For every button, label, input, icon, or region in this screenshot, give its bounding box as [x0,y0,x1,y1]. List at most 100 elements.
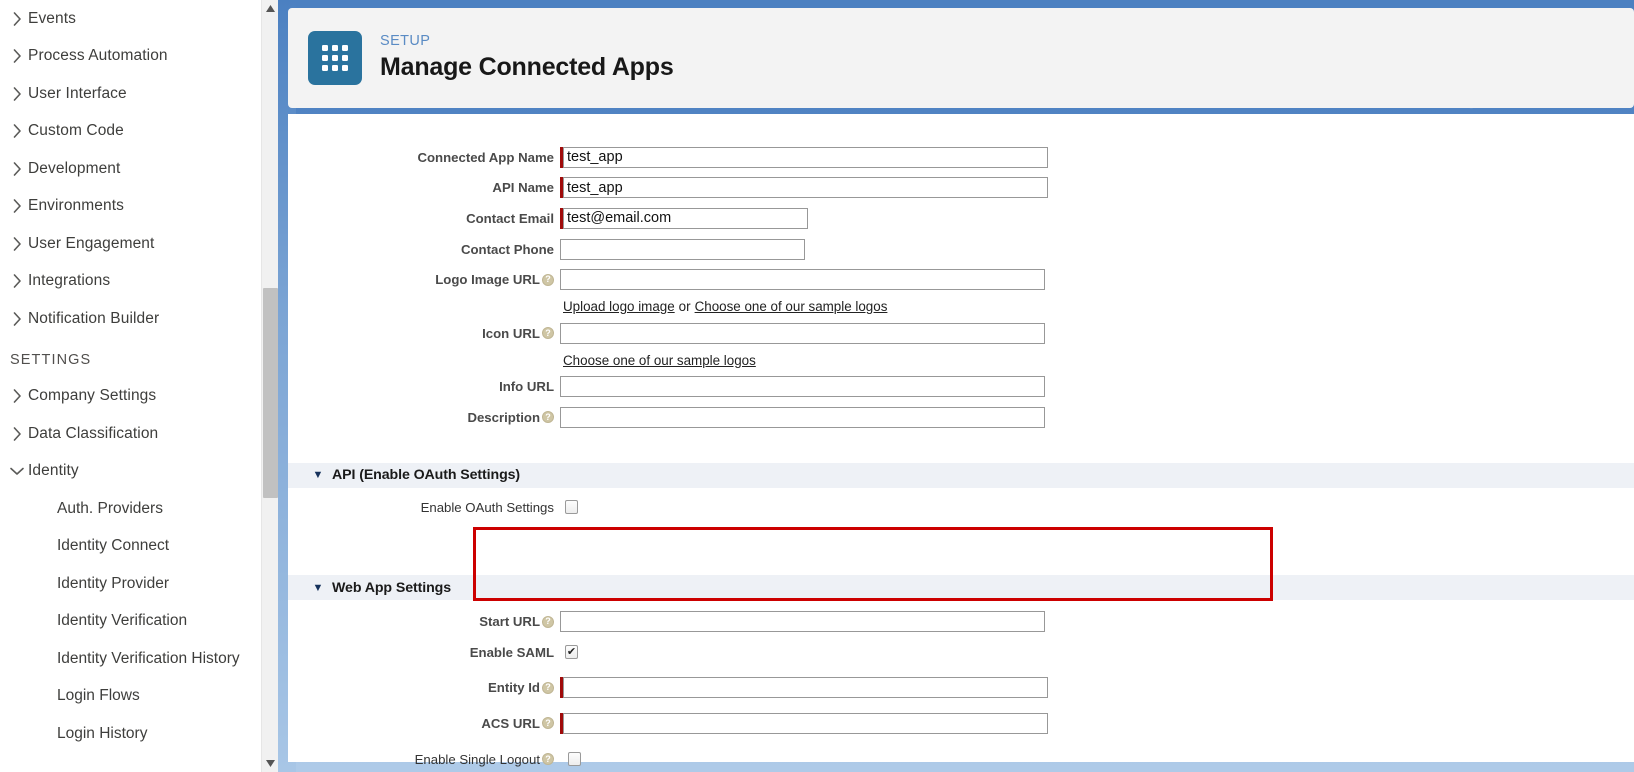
choose-sample-logos-link[interactable]: Choose one of our sample logos [695,299,888,314]
enable-saml-checkbox[interactable]: ✔ [565,645,578,660]
sidebar-item-user-interface[interactable]: User Interface [0,75,278,113]
scroll-up-arrow-icon[interactable] [262,0,278,17]
logo-image-url-input[interactable] [560,269,1045,291]
label-icon-url: Icon URL ? [288,326,560,341]
label-logo-image-url: Logo Image URL ? [288,272,560,287]
sidebar-scrollbar[interactable] [261,0,278,772]
sidebar-item-label: User Engagement [28,234,155,252]
label-text: Connected App Name [417,149,554,165]
section-title-web-app: Web App Settings [332,579,451,596]
sidebar-item-integrations[interactable]: Integrations [0,263,278,301]
label-entity-id: Entity Id ? [288,680,560,695]
setup-sidebar: Events Process Automation User Interface Cu… [0,0,278,772]
sidebar-item-data-classification[interactable]: Data Classification [0,415,278,453]
sidebar-item-development[interactable]: Development [0,150,278,188]
help-icon[interactable]: ? [542,753,554,766]
row-acs-url: ACS URL ? [288,708,1634,739]
sidebar-subitem-login-history[interactable]: Login History [0,715,278,753]
chevron-right-icon[interactable] [6,274,28,289]
label-enable-saml: Enable SAML [288,645,560,660]
sidebar-item-events[interactable]: Events [0,0,278,38]
sidebar-item-identity[interactable]: Identity [0,453,278,491]
sidebar-settings-heading: SETTINGS [10,351,92,368]
sidebar-subitem-identity-verification[interactable]: Identity Verification [0,603,278,641]
sidebar-subitem-identity-verification-history[interactable]: Identity Verification History [0,640,278,678]
sidebar-item-notification-builder[interactable]: Notification Builder [0,300,278,338]
help-icon[interactable]: ? [542,615,554,628]
contact-phone-input[interactable] [560,238,805,260]
sidebar-item-label: Environments [28,197,124,215]
help-icon[interactable]: ? [542,717,554,730]
entity-id-input[interactable] [563,677,1048,699]
description-input[interactable] [560,406,1045,428]
section-header-web-app[interactable]: ▼ Web App Settings [288,575,1634,601]
chevron-right-icon[interactable] [6,11,28,26]
chevron-right-icon[interactable] [6,86,28,101]
label-text: Enable OAuth Settings [420,499,554,515]
help-icon[interactable]: ? [542,411,554,424]
sidebar-item-user-engagement[interactable]: User Engagement [0,225,278,263]
field-wrapper [560,238,805,260]
sidebar-scrollbar-thumb[interactable] [263,288,278,498]
chevron-right-icon[interactable] [6,199,28,214]
app-grid-icon [308,31,362,85]
start-url-input[interactable] [560,611,1045,633]
sidebar-subitem-login-flows[interactable]: Login Flows [0,678,278,716]
section-title-api: API (Enable OAuth Settings) [332,467,521,484]
chevron-right-icon[interactable] [6,389,28,404]
label-text: Start URL [479,614,540,630]
sidebar-subitem-identity-provider[interactable]: Identity Provider [0,565,278,603]
chevron-right-icon[interactable] [6,49,28,64]
row-description: Description ? [288,402,1634,433]
label-api-name: API Name [288,180,560,195]
chevron-right-icon[interactable] [6,124,28,139]
basic-field-rows: Connected App Name API Name Contact Email C… [288,142,1634,264]
field-wrapper [560,146,1048,168]
chevron-right-icon[interactable] [6,161,28,176]
icon-helper-links: Choose one of our sample logos [288,349,1634,372]
help-icon[interactable]: ? [542,327,554,340]
choose-sample-logos-link-2[interactable]: Choose one of our sample logos [563,353,756,368]
sidebar-nav-list: Events Process Automation User Interface Cu… [0,0,278,338]
sidebar-item-label: Process Automation [28,47,168,65]
sidebar-item-process-automation[interactable]: Process Automation [0,38,278,76]
sidebar-item-label: Development [28,159,121,177]
connected-app-name-input[interactable] [563,146,1048,168]
section-header-api[interactable]: ▼ API (Enable OAuth Settings) [288,462,1634,488]
sidebar-subitem-auth-providers[interactable]: Auth. Providers [0,490,278,528]
sidebar-item-custom-code[interactable]: Custom Code [0,113,278,151]
chevron-right-icon[interactable] [6,236,28,251]
acs-url-input[interactable] [563,712,1048,734]
row-contact-email: Contact Email [288,203,1634,234]
sidebar-subitem-identity-connect[interactable]: Identity Connect [0,528,278,566]
label-enable-oauth-settings: Enable OAuth Settings [288,500,560,515]
sidebar-item-company-settings[interactable]: Company Settings [0,378,278,416]
sidebar-item-environments[interactable]: Environments [0,188,278,226]
sidebar-item-label: Company Settings [28,387,157,405]
row-icon-url: Icon URL ? [288,318,1634,349]
breadcrumb-setup: SETUP [380,33,431,50]
contact-email-input[interactable] [563,207,808,229]
icon-url-input[interactable] [560,322,1045,344]
enable-single-logout-checkbox[interactable] [568,752,581,767]
label-contact-email: Contact Email [288,211,560,226]
scroll-down-arrow-icon[interactable] [262,755,278,772]
info-url-input[interactable] [560,376,1045,398]
label-acs-url: ACS URL ? [288,716,560,731]
sidebar-item-label: User Interface [28,84,127,102]
api-name-input[interactable] [563,177,1048,199]
chevron-right-icon[interactable] [6,426,28,441]
main-content: SETUP Manage Connected Apps Connected Ap… [278,0,1634,772]
help-icon[interactable]: ? [542,681,554,694]
label-text: ACS URL [481,715,540,731]
sidebar-item-label: Events [28,9,76,27]
help-icon[interactable]: ? [542,273,554,286]
label-text: Enable SAML [469,644,554,660]
collapse-triangle-icon[interactable]: ▼ [288,469,332,481]
enable-oauth-settings-checkbox[interactable] [565,500,578,515]
collapse-triangle-icon[interactable]: ▼ [288,582,332,594]
chevron-down-icon[interactable] [6,467,28,476]
chevron-right-icon[interactable] [6,311,28,326]
label-text: Entity Id [487,680,540,696]
upload-logo-image-link[interactable]: Upload logo image [563,299,675,314]
